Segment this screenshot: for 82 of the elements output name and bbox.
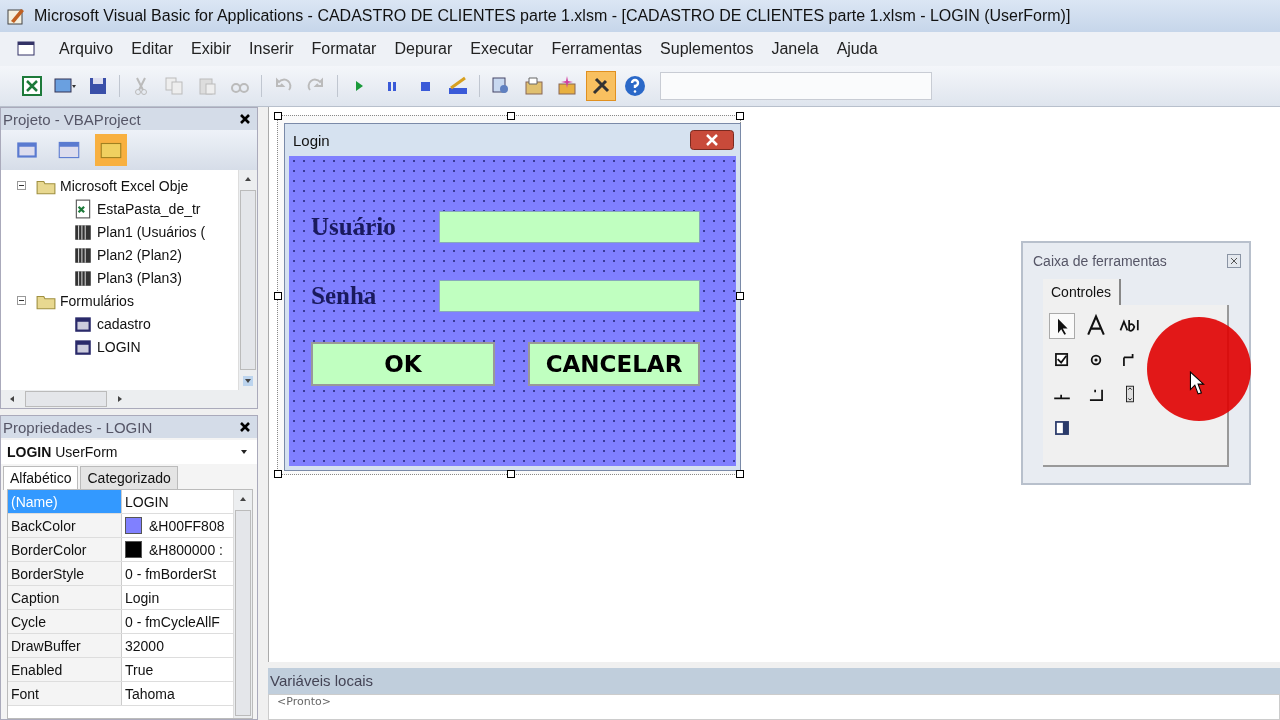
resize-handle[interactable]: [736, 470, 744, 478]
form-caption: Login: [293, 131, 330, 149]
resize-handle[interactable]: [274, 292, 282, 300]
tree-item[interactable]: LOGIN: [97, 338, 141, 355]
close-icon[interactable]: [239, 421, 251, 433]
tree-item[interactable]: cadastro: [97, 315, 151, 332]
scroll-thumb[interactable]: [240, 190, 256, 370]
cancel-button[interactable]: CANCELAR: [528, 342, 700, 386]
tree-item[interactable]: Formulários: [60, 292, 134, 309]
property-value[interactable]: &H800000 :: [149, 541, 223, 558]
collapse-toggle[interactable]: [17, 181, 26, 190]
horizontal-scrollbar[interactable]: [1, 390, 257, 408]
ok-button[interactable]: OK: [311, 342, 495, 386]
tab[interactable]: Categorizado: [80, 466, 178, 489]
input-field[interactable]: [439, 211, 700, 243]
pointer-tool-icon[interactable]: [1049, 313, 1075, 339]
property-name[interactable]: Caption: [8, 586, 122, 609]
tree-item[interactable]: Plan3 (Plan3): [97, 269, 182, 286]
resize-handle[interactable]: [274, 470, 282, 478]
workbook-icon: [73, 198, 93, 219]
menu-item[interactable]: Inserir: [240, 38, 303, 60]
property-value[interactable]: True: [125, 661, 154, 678]
menu-item[interactable]: Depurar: [385, 38, 462, 60]
form-icon[interactable]: [16, 39, 36, 59]
userform[interactable]: Login Usuário Senha OK CANCELAR: [284, 123, 741, 471]
property-name[interactable]: Font: [8, 682, 122, 705]
field-label: Usuário: [311, 213, 397, 241]
menu-item[interactable]: Editar: [122, 38, 183, 60]
mouse-cursor-icon: [1189, 371, 1205, 395]
menu-item[interactable]: Suplementos: [651, 38, 763, 60]
window-title: Microsoft Visual Basic for Applications - CADASTRO DE CLIENTES parte 1.xlsm - [CADASTRO DE CLIENTES parte 1.xlsm - LOGIN (UserForm)]: [34, 7, 1071, 25]
resize-handle[interactable]: [736, 292, 744, 300]
field-label: Senha: [311, 282, 378, 310]
menu-item[interactable]: Arquivo: [50, 38, 123, 60]
collapse-toggle[interactable]: [17, 296, 26, 305]
menu-item[interactable]: Ferramentas: [542, 38, 652, 60]
menu-item[interactable]: Janela: [762, 38, 828, 60]
object-dropdown[interactable]: LOGIN UserForm: [1, 440, 257, 464]
resize-handle[interactable]: [507, 470, 515, 478]
toolbox-title: Caixa de ferramentas: [1033, 253, 1167, 269]
close-button[interactable]: [690, 130, 734, 150]
close-icon[interactable]: [239, 113, 251, 125]
property-value[interactable]: 0 - fmCycleAllF: [125, 613, 220, 630]
property-name[interactable]: BorderStyle: [8, 562, 122, 585]
scroll-down-icon[interactable]: [243, 376, 253, 386]
scroll-thumb[interactable]: [235, 510, 251, 716]
menu-item[interactable]: Exibir: [182, 38, 241, 60]
panel-title: Propriedades - LOGIN: [3, 418, 153, 436]
property-name[interactable]: DrawBuffer: [8, 634, 122, 657]
tree-item[interactable]: Microsoft Excel Obje: [60, 177, 189, 194]
vertical-scrollbar[interactable]: [238, 170, 257, 390]
resize-handle[interactable]: [274, 112, 282, 120]
property-name[interactable]: Enabled: [8, 658, 122, 681]
tree-item[interactable]: EstaPasta_de_tr: [97, 200, 201, 217]
property-value[interactable]: &H00FF808: [149, 517, 225, 534]
panel-title: Projeto - VBAProject: [3, 110, 141, 128]
scroll-thumb[interactable]: [25, 391, 107, 407]
status-text: <Pronto>: [277, 695, 331, 708]
property-name[interactable]: BorderColor: [8, 538, 122, 561]
locals-title: Variáveis locais: [268, 668, 1280, 694]
app-icon: [6, 6, 26, 26]
vertical-scrollbar[interactable]: [233, 490, 252, 718]
menu-item[interactable]: Executar: [461, 38, 543, 60]
property-value[interactable]: LOGIN: [125, 493, 169, 510]
toolbox-icon[interactable]: [586, 71, 616, 101]
property-value[interactable]: 32000: [125, 637, 164, 654]
property-value[interactable]: Login: [125, 589, 160, 606]
menu-item[interactable]: Ajuda: [827, 38, 887, 60]
tree-item[interactable]: Plan2 (Plan2): [97, 246, 182, 263]
tab[interactable]: Alfabético: [3, 466, 79, 490]
resize-handle[interactable]: [507, 112, 515, 120]
tab[interactable]: Controles: [1043, 279, 1121, 305]
toolbar-field[interactable]: [660, 72, 932, 100]
property-name[interactable]: Cycle: [8, 610, 122, 633]
property-name[interactable]: BackColor: [8, 514, 122, 537]
menu-item[interactable]: Formatar: [302, 38, 386, 60]
resize-handle[interactable]: [736, 112, 744, 120]
property-value[interactable]: Tahoma: [125, 685, 175, 702]
tree-item[interactable]: Plan1 (Usuários (: [97, 223, 206, 240]
close-button[interactable]: [1227, 254, 1241, 268]
property-value[interactable]: 0 - fmBorderSt: [125, 565, 217, 582]
input-field[interactable]: [439, 280, 700, 312]
